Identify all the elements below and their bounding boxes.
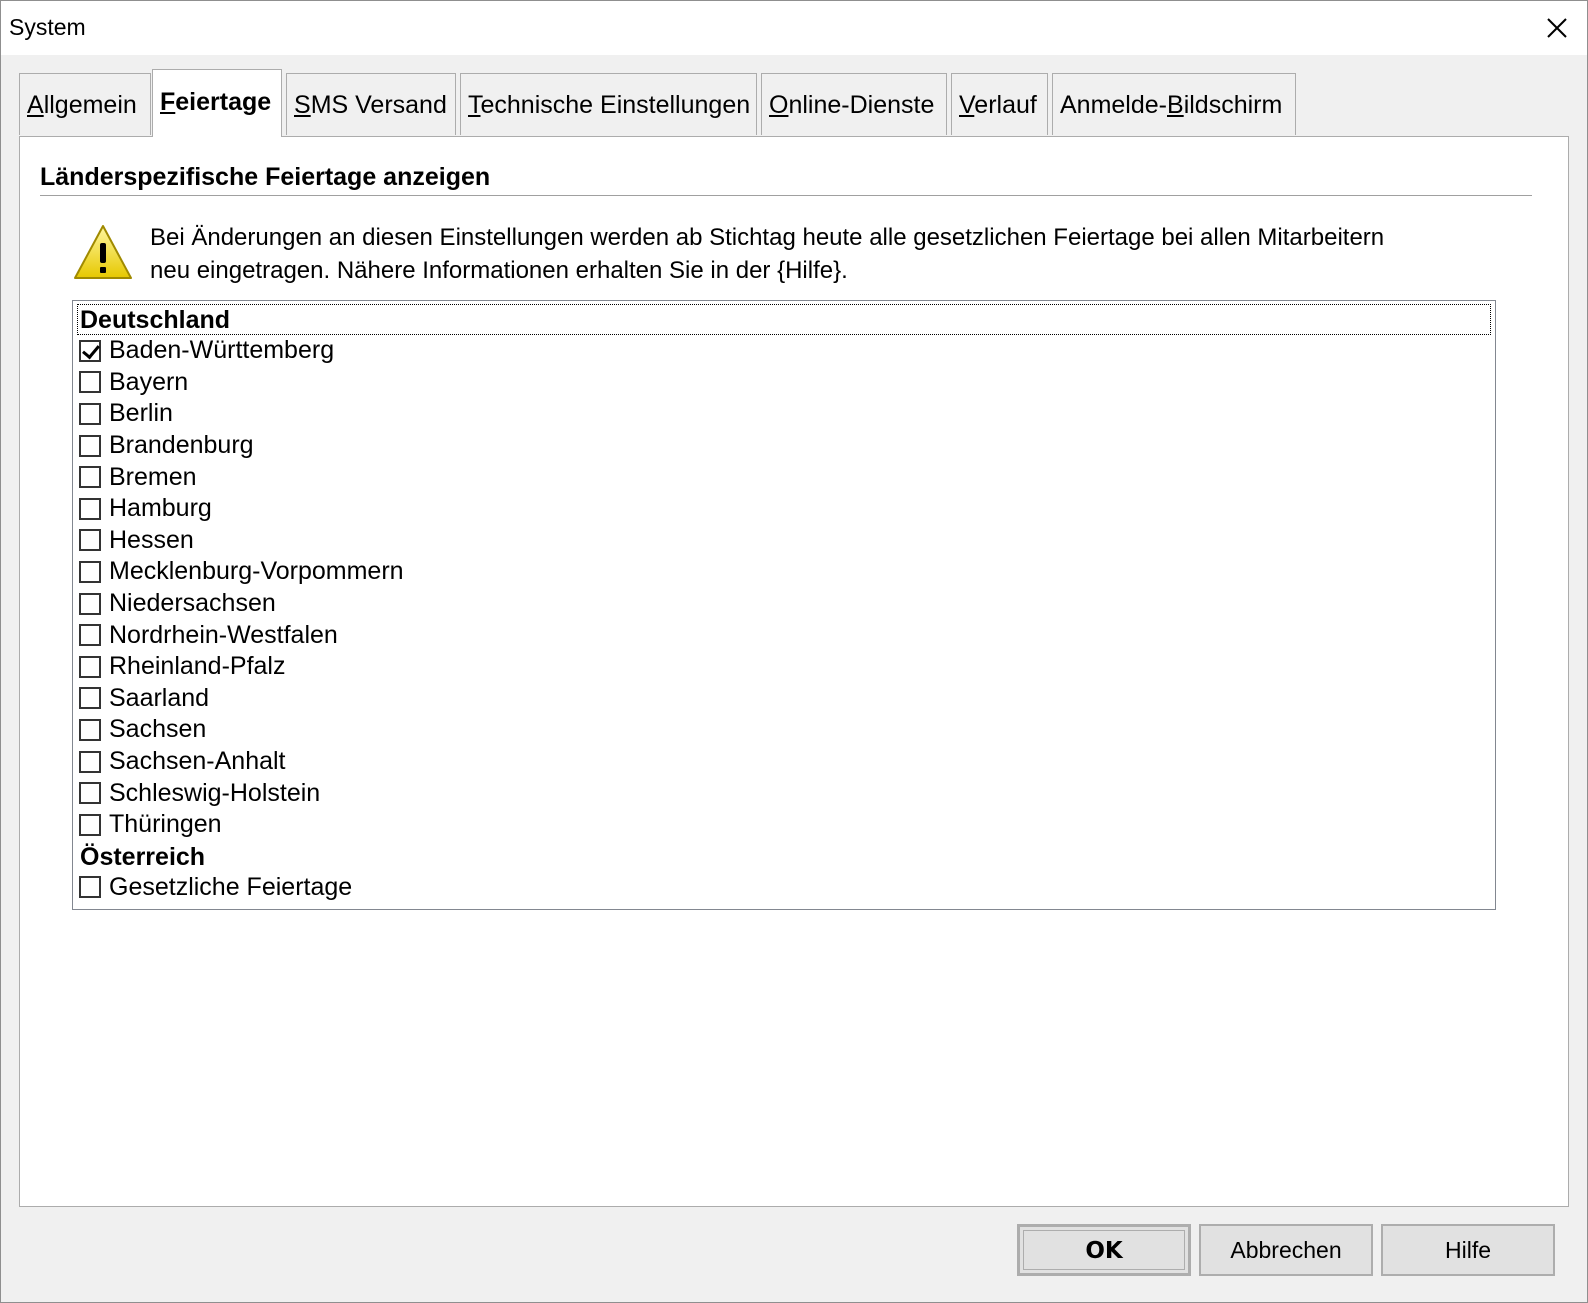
group-header[interactable]: Deutschland [77,304,1491,335]
list-item[interactable]: Rheinland-Pfalz [77,651,1491,683]
checkbox[interactable] [79,655,101,678]
list-item-label: Hessen [109,525,194,554]
tab-allgemein[interactable]: Allgemein [19,73,151,135]
system-dialog: System Allgemein Feiertage SMS Versand T… [0,0,1588,1303]
list-item[interactable]: Bremen [77,461,1491,493]
checkbox[interactable] [79,402,101,425]
title-bar: System [1,1,1587,55]
list-item-label: Brandenburg [109,431,254,460]
warning-message: Bei Änderungen an diesen Einstellungen w… [150,221,1530,287]
list-item[interactable]: Brandenburg [77,430,1491,462]
checkbox[interactable] [79,592,101,615]
list-item[interactable]: Gesetzliche Feiertage [77,872,1491,904]
checkbox[interactable] [79,813,101,836]
checkbox[interactable] [79,782,101,805]
tab-panel-feiertage: Länderspezifische Feiertage anzeigen Bei… [19,136,1569,1207]
list-item-label: Schleswig-Holstein [109,778,321,807]
holiday-region-list[interactable]: Deutschland Baden-Württemberg Bayern Berlin… [72,300,1496,910]
list-item-label: Niedersachsen [109,589,276,618]
warning-line-1: Bei Änderungen an diesen Einstellungen w… [150,224,1385,251]
checkbox[interactable] [79,434,101,457]
cancel-button[interactable]: Abbrechen [1199,1224,1373,1276]
list-item-label: Sachsen [109,715,207,744]
close-icon [1547,18,1567,38]
list-item-label: Hamburg [109,494,212,523]
checkbox-checked[interactable] [79,339,101,362]
list-item-label: Baden-Württemberg [109,336,335,365]
list-item[interactable]: Saarland [77,683,1491,715]
list-item[interactable]: Berlin [77,398,1491,430]
list-item[interactable]: Baden-Württemberg [77,335,1491,367]
list-item-label: Bayern [109,367,189,396]
list-item-label: Nordrhein-Westfalen [109,620,338,649]
warning-icon [74,225,132,279]
close-button[interactable] [1527,1,1587,55]
list-item-label: Thüringen [109,810,222,839]
list-item-label: Rheinland-Pfalz [109,652,286,681]
tab-anmelde-bildschirm[interactable]: Anmelde-Bildschirm [1052,73,1296,135]
checkbox[interactable] [79,529,101,552]
checkbox[interactable] [79,371,101,394]
cancel-button-label: Abbrechen [1230,1237,1342,1263]
group-header[interactable]: Österreich [77,841,1491,872]
list-item[interactable]: Sachsen-Anhalt [77,746,1491,778]
checkbox[interactable] [79,624,101,647]
section-heading: Länderspezifische Feiertage anzeigen [40,163,491,191]
list-item[interactable]: Niedersachsen [77,588,1491,620]
tab-online-dienste[interactable]: Online-Dienste [761,73,947,135]
checkbox[interactable] [79,497,101,520]
tab-technische-einstellungen[interactable]: Technische Einstellungen [460,73,757,135]
tab-sms-versand[interactable]: SMS Versand [286,73,456,135]
list-item[interactable]: Thüringen [77,809,1491,841]
tab-strip: Allgemein Feiertage SMS Versand Technisc… [19,69,1579,137]
list-item[interactable]: Mecklenburg-Vorpommern [77,556,1491,588]
window-title: System [9,14,86,40]
warning-line-2: neu eingetragen. Nähere Informationen er… [150,257,848,284]
list-item[interactable]: Bayern [77,367,1491,399]
list-item-label: Sachsen-Anhalt [109,747,286,776]
checkbox[interactable] [79,750,101,773]
list-item[interactable]: Schleswig-Holstein [77,777,1491,809]
list-item-label: Saarland [109,683,210,712]
list-item[interactable]: Hessen [77,525,1491,557]
tab-feiertage[interactable]: Feiertage [152,69,282,137]
list-item[interactable]: Hamburg [77,493,1491,525]
checkbox[interactable] [79,718,101,741]
checkbox[interactable] [79,560,101,583]
help-button[interactable]: Hilfe [1381,1224,1555,1276]
ok-button-focus-border [1023,1230,1185,1270]
list-item-label: Gesetzliche Feiertage [109,872,353,901]
list-item[interactable]: Nordrhein-Westfalen [77,619,1491,651]
checkbox[interactable] [79,687,101,710]
list-item-label: Bremen [109,462,197,491]
ok-button[interactable]: OK [1017,1224,1191,1276]
list-item[interactable]: Sachsen [77,714,1491,746]
list-content: Deutschland Baden-Württemberg Bayern Berlin… [77,304,1491,903]
help-button-label: Hilfe [1444,1237,1491,1263]
list-item-label: Berlin [109,399,173,428]
checkbox[interactable] [79,876,101,899]
section-divider [40,195,1532,196]
checkbox[interactable] [79,466,101,489]
list-item-label: Mecklenburg-Vorpommern [109,557,404,586]
tab-verlauf[interactable]: Verlauf [951,73,1048,135]
